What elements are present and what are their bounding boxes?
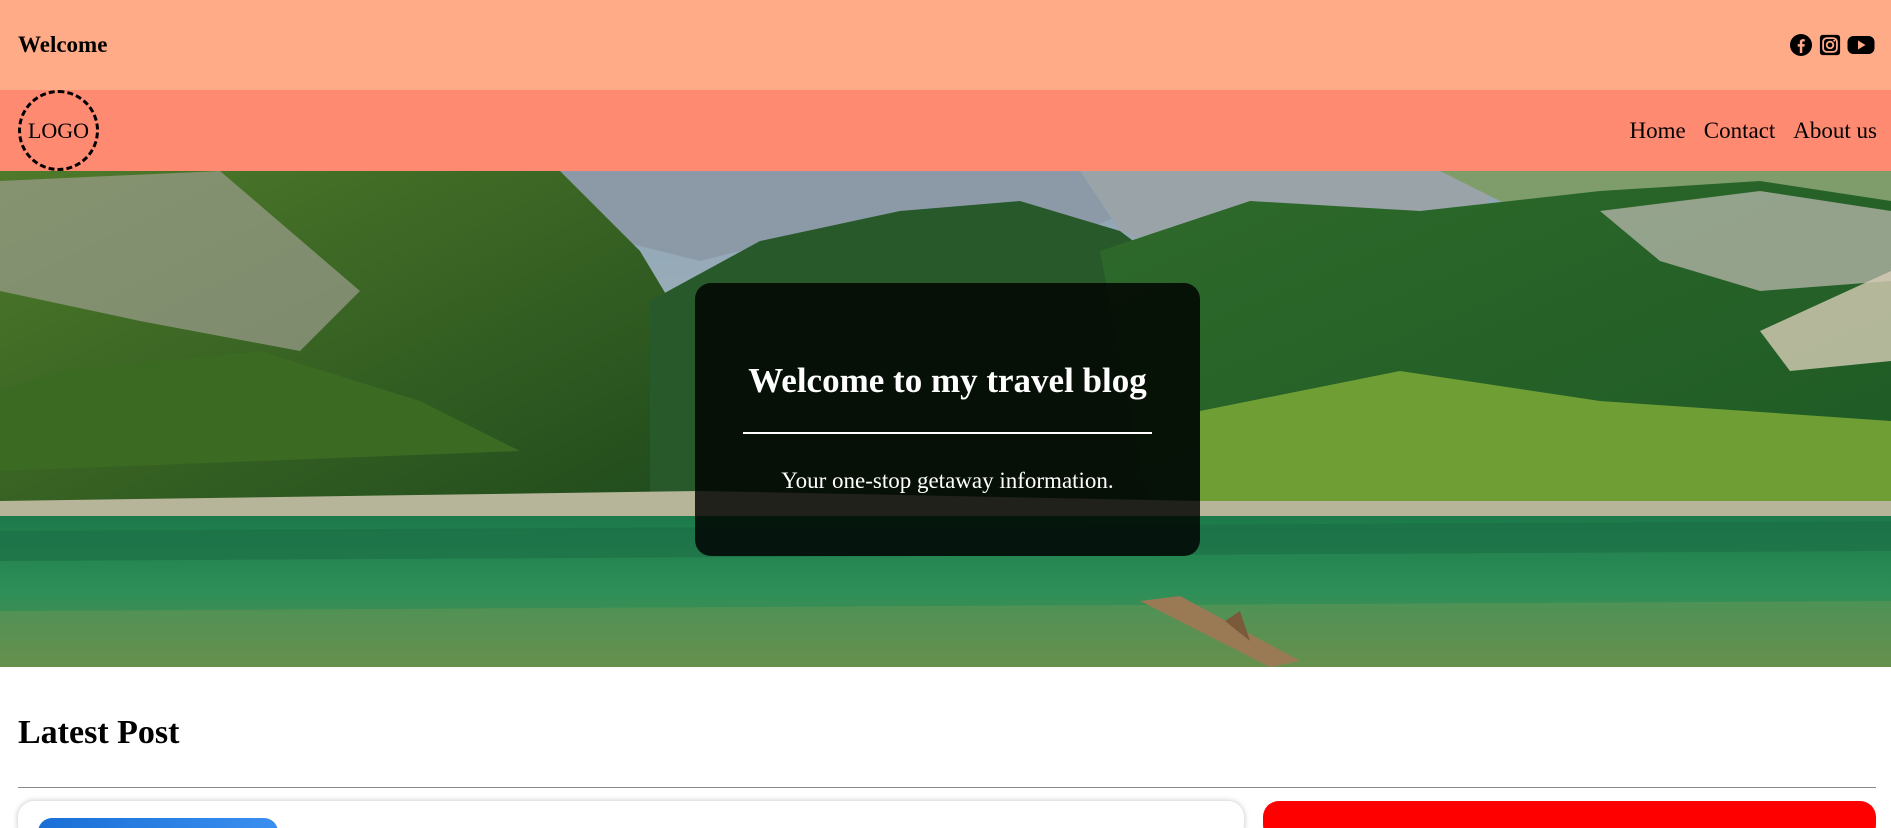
hero-title: Welcome to my travel blog bbox=[748, 361, 1147, 400]
hero-overlay-card: Welcome to my travel blog Your one-stop … bbox=[695, 283, 1200, 556]
latest-post-heading: Latest Post bbox=[18, 714, 180, 751]
post-card[interactable] bbox=[18, 801, 1244, 828]
hero-banner: Welcome to my travel blog Your one-stop … bbox=[0, 171, 1891, 667]
section-divider bbox=[18, 787, 1876, 788]
logo[interactable]: LOGO bbox=[18, 90, 99, 171]
nav-link-contact[interactable]: Contact bbox=[1704, 118, 1776, 144]
nav-link-about-us[interactable]: About us bbox=[1793, 118, 1877, 144]
hero-subtitle: Your one-stop getaway information. bbox=[781, 468, 1114, 493]
post-thumbnail[interactable] bbox=[38, 818, 278, 828]
youtube-icon[interactable] bbox=[1847, 34, 1875, 56]
nav-links: Home Contact About us bbox=[1630, 118, 1877, 144]
welcome-text: Welcome bbox=[18, 32, 108, 57]
nav-bar: LOGO Home Contact About us bbox=[0, 90, 1891, 171]
facebook-icon[interactable] bbox=[1789, 33, 1813, 57]
top-bar: Welcome bbox=[0, 0, 1891, 90]
sidebar-card[interactable] bbox=[1263, 801, 1876, 828]
hero-divider bbox=[743, 432, 1152, 434]
instagram-icon[interactable] bbox=[1819, 34, 1841, 56]
social-links bbox=[1789, 32, 1875, 58]
nav-link-home[interactable]: Home bbox=[1630, 118, 1686, 144]
